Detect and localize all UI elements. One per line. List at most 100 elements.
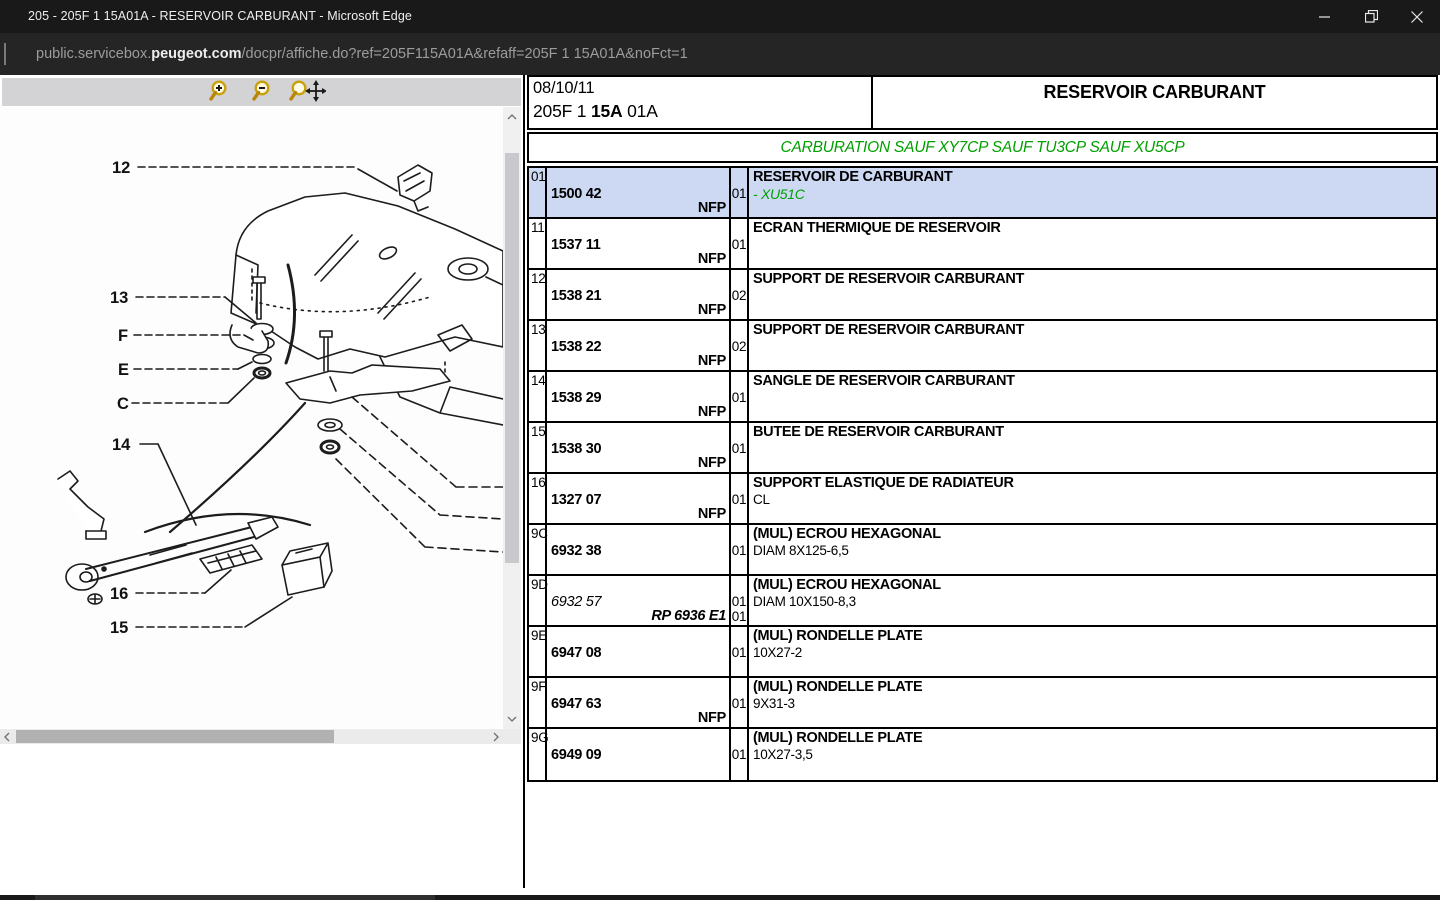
ref-value: 12 [531,271,545,286]
qty-cell: 01 [731,729,749,780]
horizontal-scrollbar-thumb[interactable] [16,730,334,743]
ref-part-a: 205F 1 [533,101,591,121]
description-line1: SUPPORT ELASTIQUE DE RADIATEUR [753,475,1014,491]
document-reference: 205F 1 15A 01A [533,101,871,122]
part-number: 6932 38 [551,543,601,559]
part-number-cell: 6949 09 [547,729,731,780]
diagram-label-E: E [118,361,129,379]
qty-value: 01 [732,696,746,711]
ref-cell: 9G [529,729,547,780]
qty-cell: 01 01 [731,576,749,625]
description-line2: DIAM 10X150-8,3 [753,594,856,609]
clip-part [398,165,432,201]
description-cell: SUPPORT ELASTIQUE DE RADIATEUR CL [749,474,1436,523]
ref-cell: 9D [529,576,547,625]
description-line2: 10X27-2 [753,645,802,660]
title-bar: 205 - 205F 1 15A01A - RESERVOIR CARBURAN… [0,0,1440,33]
scroll-left-button[interactable] [0,729,14,744]
table-row: 9F 6947 63 NFP 01 (MUL) RONDELLE PLATE 9… [529,678,1436,729]
diagram-horizontal-scrollbar[interactable] [0,729,503,744]
zoom-out-magnifier-icon [250,79,276,103]
zoom-in-button[interactable] [205,79,235,105]
qty-value: 01 [732,747,746,762]
qty-cell: 01 [731,423,749,472]
nfp-badge: NFP [698,353,726,369]
qty-cell: 01 [731,678,749,727]
diagram-vertical-scrollbar[interactable] [503,107,521,729]
pan-magnifier-icon [288,79,326,103]
part-number: 1327 07 [551,492,601,508]
description-line1: SANGLE DE RESERVOIR CARBURANT [753,373,1015,389]
scrollbar-corner [503,729,521,744]
ref-value: 9E [531,628,547,643]
ref-value: 14 [531,373,545,388]
variant-text: CARBURATION SAUF XY7CP SAUF TU3CP SAUF X… [780,139,1184,157]
description-cell: (MUL) RONDELLE PLATE 10X27-3,5 [749,729,1436,780]
close-icon [1411,11,1423,23]
ref-cell: 01 [529,168,547,217]
table-row: 13 1538 22 NFP 02 SUPPORT DE RESERVOIR C… [529,321,1436,372]
ref-cell: 13 [529,321,547,370]
description-line1: (MUL) RONDELLE PLATE [753,628,922,644]
qty-value: 01 [732,492,746,507]
ref-cell: 14 [529,372,547,421]
ref-cell: 16 [529,474,547,523]
ref-value: 9D [531,577,548,592]
chevron-down-icon [507,716,517,722]
scroll-right-button[interactable] [489,729,503,744]
minimize-button[interactable] [1302,0,1348,33]
nfp-badge: NFP [698,710,726,726]
description-line2: - XU51C [753,186,805,202]
table-row: 9C 6932 38 01 (MUL) ECROU HEXAGONAL DIAM… [529,525,1436,576]
parts-rows: 01 1500 42 NFP 01 RESERVOIR DE CARBURANT… [529,168,1436,780]
ref-cell: 9F [529,678,547,727]
chevron-right-icon [493,732,499,742]
qty-value: 01 [732,390,746,405]
restore-button[interactable] [1348,0,1394,33]
zoom-out-button[interactable] [248,79,278,105]
table-row: 9D 6932 57 RP 6936 E1 01 01 (MUL) ECROU … [529,576,1436,627]
description-line1: (MUL) RONDELLE PLATE [753,679,922,695]
description-line1: ECRAN THERMIQUE DE RESERVOIR [753,220,1001,236]
window-title: 205 - 205F 1 15A01A - RESERVOIR CARBURAN… [28,0,412,33]
part-number: 1500 42 [551,186,601,202]
description-cell: (MUL) RONDELLE PLATE 10X27-2 [749,627,1436,676]
ref-value: 9F [531,679,546,694]
qty-value-2: 01 [732,609,746,624]
part-number-cell: 1538 29 NFP [547,372,731,421]
part-number-cell: 1500 42 NFP [547,168,731,217]
address-bar[interactable]: public.servicebox.peugeot.com/docpr/affi… [0,33,1440,75]
table-row: 12 1538 21 NFP 02 SUPPORT DE RESERVOIR C… [529,270,1436,321]
zoom-pan-button[interactable] [287,79,327,105]
description-cell: (MUL) RONDELLE PLATE 9X31-3 [749,678,1436,727]
page-title: RESERVOIR CARBURANT [1044,82,1266,103]
part-number: 1538 21 [551,288,601,304]
window-bottom-scrollbar[interactable] [0,895,1440,900]
description-line2: CL [753,492,770,507]
description-line1: RESERVOIR DE CARBURANT [753,169,952,185]
scroll-down-button[interactable] [503,711,521,727]
table-row: 01 1500 42 NFP 01 RESERVOIR DE CARBURANT… [529,168,1436,219]
close-button[interactable] [1394,0,1440,33]
qty-value: 01 [732,645,746,660]
part-number: 1537 11 [551,237,601,253]
description-line1: SUPPORT DE RESERVOIR CARBURANT [753,322,1024,338]
ref-cell: 11 [529,219,547,268]
part-number-cell: 1327 07 NFP [547,474,731,523]
diagram-label-15: 15 [110,619,128,637]
description-line2: 9X31-3 [753,696,795,711]
description-cell: SUPPORT DE RESERVOIR CARBURANT [749,321,1436,370]
qty-value: 01 [732,543,746,558]
ref-cell: 15 [529,423,547,472]
qty-cell: 01 [731,474,749,523]
qty-value: 01 [732,594,746,609]
part-number: 6932 57 [551,594,601,610]
ref-value: 16 [531,475,545,490]
scroll-up-button[interactable] [503,109,521,125]
bottom-scrollbar-thumb[interactable] [35,895,435,900]
vertical-scrollbar-thumb[interactable] [505,153,519,563]
qty-cell: 01 [731,525,749,574]
ref-value: 9G [531,730,548,745]
qty-value: 01 [732,441,746,456]
part-number: 1538 22 [551,339,601,355]
